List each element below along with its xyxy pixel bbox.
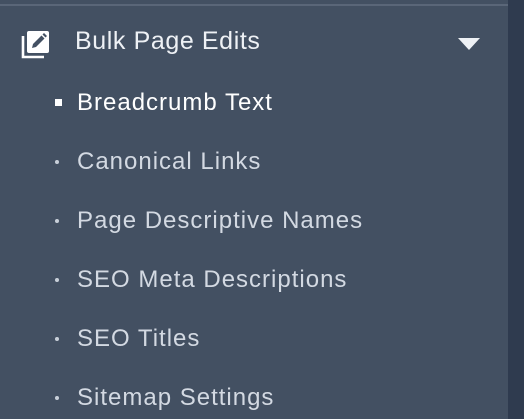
bullet-icon [55, 99, 62, 106]
submenu-item-canonical-links[interactable]: Canonical Links [0, 143, 508, 183]
bullet-icon [55, 396, 59, 400]
submenu-item-label: SEO Meta Descriptions [77, 266, 348, 293]
bullet-icon [55, 278, 59, 282]
submenu-item-sitemap-settings[interactable]: Sitemap Settings [0, 379, 508, 419]
page-background [508, 0, 524, 419]
sidebar-menu: Bulk Page Edits Breadcrumb Text Canonica… [0, 0, 508, 419]
submenu-item-label: Sitemap Settings [77, 384, 275, 411]
edit-square-icon [21, 31, 49, 59]
submenu-item-label: Breadcrumb Text [77, 89, 273, 116]
submenu-item-label: Canonical Links [77, 148, 262, 175]
caret-down-icon[interactable] [458, 38, 480, 50]
bullet-icon [55, 219, 59, 223]
submenu-item-breadcrumb-text[interactable]: Breadcrumb Text [0, 84, 508, 124]
submenu-item-page-descriptive-names[interactable]: Page Descriptive Names [0, 202, 508, 242]
submenu-item-label: SEO Titles [77, 325, 201, 352]
section-title: Bulk Page Edits [75, 27, 261, 55]
submenu-item-seo-titles[interactable]: SEO Titles [0, 320, 508, 360]
divider [0, 4, 508, 6]
submenu-item-seo-meta-descriptions[interactable]: SEO Meta Descriptions [0, 261, 508, 301]
bullet-icon [55, 160, 59, 164]
submenu-item-label: Page Descriptive Names [77, 207, 364, 234]
bulk-page-edits-toggle[interactable]: Bulk Page Edits [0, 20, 508, 66]
bullet-icon [55, 337, 59, 341]
